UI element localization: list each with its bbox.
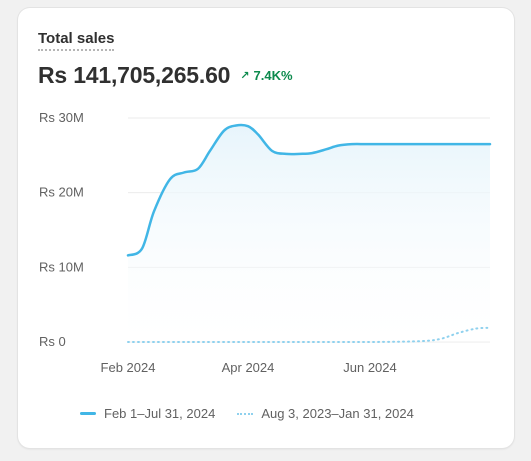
x-tick-label: Apr 2024 [222,360,275,375]
total-sales-card: Total sales Rs 141,705,265.60 ↗ 7.4K% Rs… [18,8,514,448]
legend-dotted-line-swatch [237,412,254,415]
y-tick-label: Rs 20M [39,185,84,200]
legend-label-current: Feb 1–Jul 31, 2024 [104,406,216,421]
legend-item-current[interactable]: Feb 1–Jul 31, 2024 [80,406,215,421]
y-tick-label: Rs 0 [39,334,66,349]
legend-label-previous: Aug 3, 2023–Jan 31, 2024 [261,406,414,421]
chart-legend: Feb 1–Jul 31, 2024 Aug 3, 2023–Jan 31, 2… [80,406,436,421]
sales-line-chart: Rs 0 Rs 10M Rs 20M Rs 30M Feb 2024 Apr 2024 J… [39,110,492,375]
legend-item-previous[interactable]: Aug 3, 2023–Jan 31, 2024 [237,406,414,421]
series-area-current [128,124,490,342]
y-tick-label: Rs 10M [39,259,84,274]
legend-solid-line-swatch [80,412,96,415]
y-tick-label: Rs 30M [39,110,84,125]
x-tick-label: Jun 2024 [343,360,397,375]
x-tick-label: Feb 2024 [101,360,156,375]
